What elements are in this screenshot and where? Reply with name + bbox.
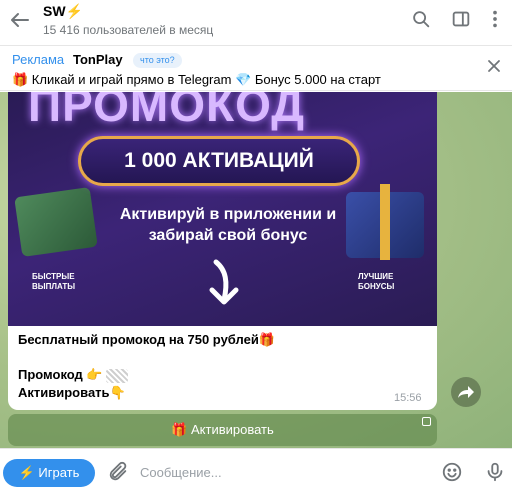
subscriber-count: 15 416 пользователей в месяц (43, 23, 214, 37)
promo-headline: ПРОМОКОД (28, 92, 306, 131)
hidden-spoiler[interactable] (106, 368, 129, 383)
ad-text: 🎁 Кликай и играй прямо в Telegram 💎 Бону… (12, 72, 381, 87)
promo-code-line: Промокод 👉 (18, 367, 129, 383)
external-link-icon (422, 417, 431, 426)
gift-ribbon (380, 184, 390, 260)
attach-icon[interactable] (107, 461, 129, 483)
sidebar-toggle-icon[interactable] (450, 8, 472, 30)
promo-left-caption: БЫСТРЫЕ ВЫПЛАТЫ (32, 272, 76, 291)
share-arrow-icon (458, 386, 474, 398)
channel-name[interactable]: SW⚡ (43, 3, 83, 20)
promo-image[interactable]: ПРОМОКОД 1 000 АКТИВАЦИЙ Активируй в при… (8, 92, 437, 326)
chat-background: ПРОМОКОД 1 000 АКТИВАЦИЙ Активируй в при… (0, 92, 512, 448)
promo-code-label: Промокод 👉 (18, 367, 103, 382)
sponsored-message-bar[interactable]: Реклама TonPlay что это? 🎁 Кликай и игра… (0, 47, 512, 91)
play-button[interactable]: ⚡ Играть (3, 459, 95, 487)
back-arrow-icon[interactable] (8, 8, 32, 32)
activations-badge: 1 000 АКТИВАЦИЙ (78, 136, 360, 186)
message-title: Бесплатный промокод на 750 рублей🎁 (18, 332, 276, 347)
promo-right-caption: ЛУЧШИЕ БОНУСЫ (358, 272, 395, 291)
close-icon[interactable] (486, 58, 502, 74)
activate-inline-button[interactable]: 🎁 Активировать (8, 414, 437, 446)
message-time: 15:56 (394, 392, 422, 404)
chat-header: SW⚡ 15 416 пользователей в месяц (0, 0, 512, 46)
emoji-icon[interactable] (441, 461, 463, 483)
ad-title: TonPlay (73, 52, 123, 67)
microphone-icon[interactable] (484, 461, 506, 483)
activate-line: Активировать👇 (18, 385, 126, 400)
forward-button[interactable] (451, 377, 481, 407)
message-composer: ⚡ Играть (0, 448, 512, 494)
message-input[interactable] (140, 462, 420, 482)
down-arrow-icon (209, 259, 239, 305)
more-options-icon[interactable] (484, 8, 506, 30)
promo-subtitle: Активируй в приложении и забирай свой бо… (119, 206, 337, 244)
message-bubble[interactable]: ПРОМОКОД 1 000 АКТИВАЦИЙ Активируй в при… (8, 92, 437, 410)
money-stack-illustration (14, 187, 98, 257)
ad-label: Реклама (12, 52, 65, 67)
inline-button-label: 🎁 Активировать (171, 422, 274, 437)
search-icon[interactable] (410, 8, 432, 30)
what-is-this-button[interactable]: что это? (133, 53, 182, 68)
